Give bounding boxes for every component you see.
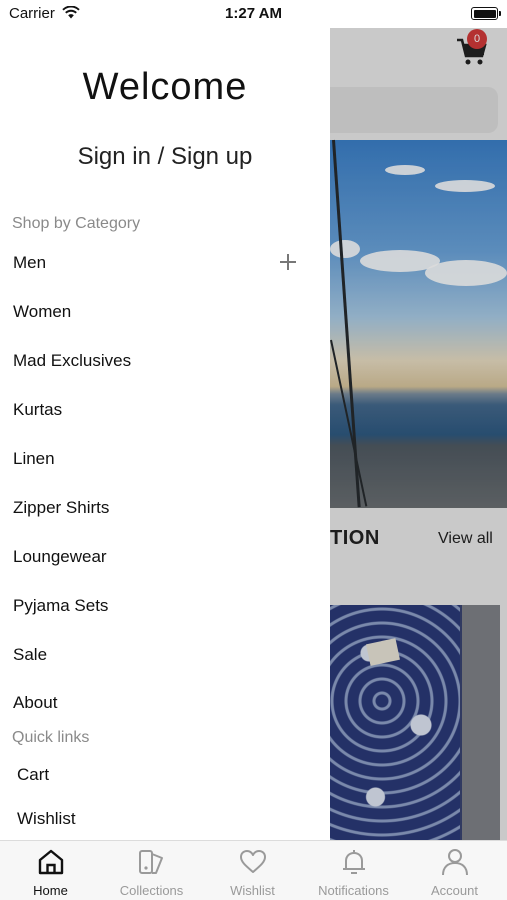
tab-collections[interactable]: Collections [101, 841, 202, 900]
home-icon [38, 849, 63, 875]
bottom-tab-bar: Home Collections Wishlist Notifications … [0, 840, 507, 900]
tab-account[interactable]: Account [404, 841, 505, 900]
shop-by-category-header: Shop by Category [12, 215, 141, 232]
tab-notifications-label: Notifications [318, 883, 389, 898]
tab-account-label: Account [431, 883, 478, 898]
category-loungewear[interactable]: Loungewear [13, 547, 107, 567]
quick-link-wishlist[interactable]: Wishlist [17, 809, 76, 829]
category-sale[interactable]: Sale [13, 645, 47, 665]
drawer-title: Welcome [82, 66, 248, 108]
category-men[interactable]: Men [13, 253, 46, 273]
tab-home-label: Home [33, 883, 68, 898]
status-time: 1:27 AM [225, 5, 282, 22]
status-bar: Carrier 1:27 AM [0, 0, 507, 28]
quick-link-cart[interactable]: Cart [17, 765, 49, 785]
heart-icon [239, 850, 266, 873]
category-pyjama-sets[interactable]: Pyjama Sets [13, 596, 108, 616]
bell-icon [342, 850, 365, 874]
battery-icon [471, 7, 501, 20]
quick-links-header: Quick links [12, 729, 90, 746]
category-zipper-shirts[interactable]: Zipper Shirts [13, 498, 109, 518]
category-kurtas[interactable]: Kurtas [13, 400, 62, 420]
category-about[interactable]: About [13, 693, 57, 713]
expand-plus-icon[interactable] [280, 254, 296, 270]
collections-icon [138, 850, 163, 874]
drawer-overlay[interactable] [330, 25, 507, 840]
category-mad-exclusives[interactable]: Mad Exclusives [13, 351, 131, 371]
category-linen[interactable]: Linen [13, 449, 55, 469]
tab-home[interactable]: Home [0, 841, 101, 900]
person-icon [441, 849, 468, 876]
signin-link[interactable]: Sign in / Sign up [0, 143, 330, 171]
side-drawer: Welcome Sign in / Sign up Shop by Catego… [0, 28, 330, 840]
tab-collections-label: Collections [119, 883, 184, 898]
tab-notifications[interactable]: Notifications [303, 841, 404, 900]
category-women[interactable]: Women [13, 302, 71, 322]
tab-wishlist[interactable]: Wishlist [202, 841, 303, 900]
tab-wishlist-label: Wishlist [230, 883, 275, 898]
